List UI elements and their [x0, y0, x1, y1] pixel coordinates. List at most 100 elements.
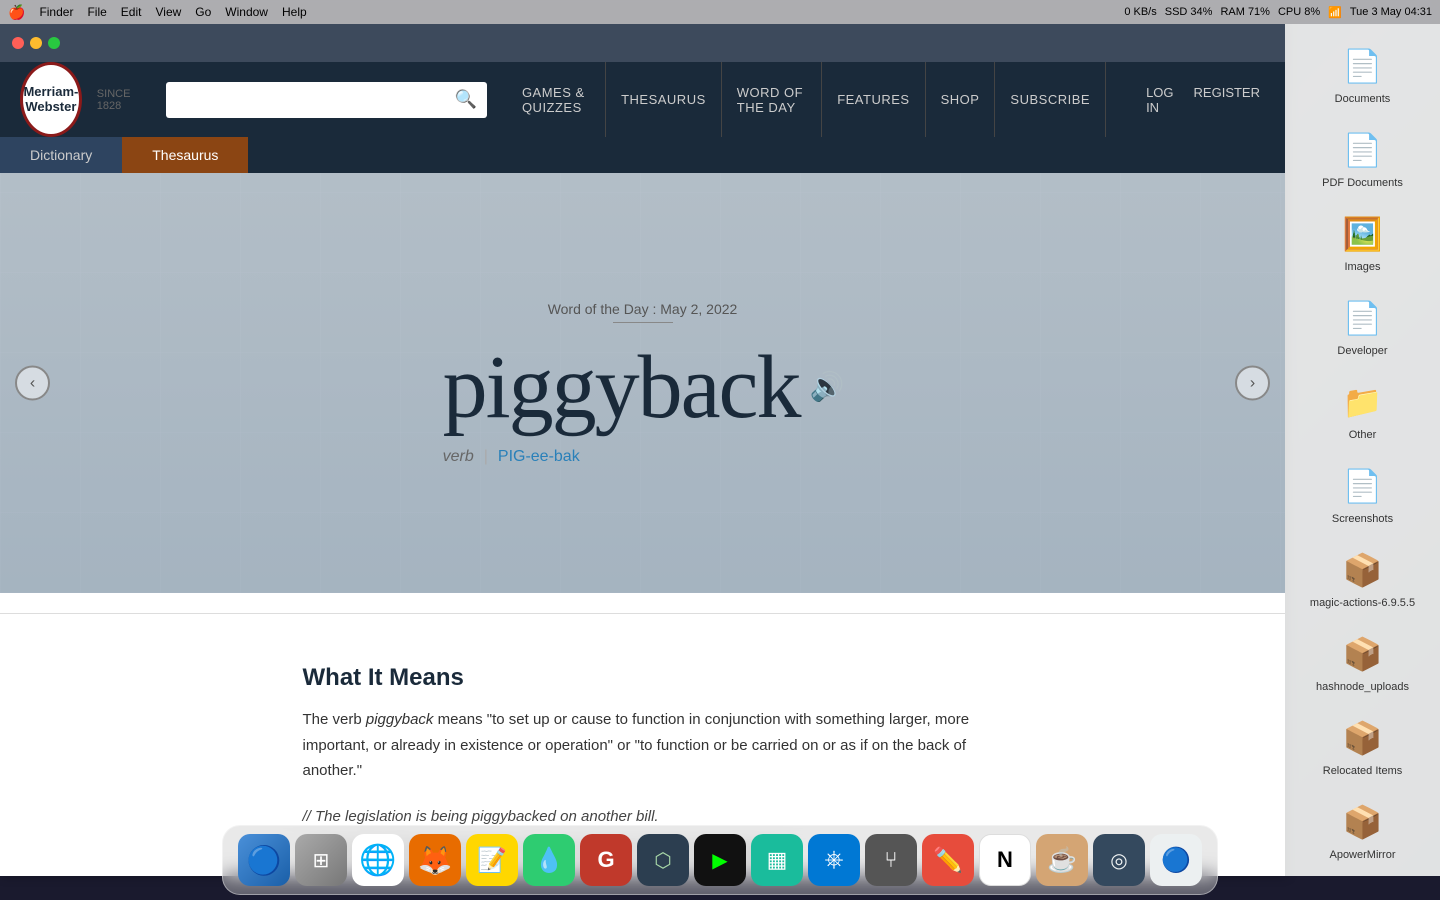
dock-fork[interactable]: ⑂ — [865, 834, 917, 886]
word-definition: The verb piggyback means "to set up or c… — [303, 707, 983, 784]
relocated-icon: 📦 — [1339, 714, 1387, 762]
nav-features[interactable]: FEATURES — [822, 62, 925, 137]
screenshots-icon: 📄 — [1339, 462, 1387, 510]
other-icon: 📁 — [1339, 378, 1387, 426]
hero-pos: verb — [443, 448, 474, 466]
sidebar-item-documents[interactable]: 📄 Documents — [1303, 34, 1423, 113]
dock-creativit[interactable]: ✏️ — [922, 834, 974, 886]
sidebar-item-relocated-label: Relocated Items — [1323, 765, 1402, 777]
menu-file[interactable]: File — [87, 5, 106, 19]
sidebar-item-images-label: Images — [1344, 261, 1380, 273]
sidebar-item-images[interactable]: 🖼️ Images — [1303, 202, 1423, 281]
maximize-button[interactable] — [48, 37, 60, 49]
apple-logo-icon[interactable]: 🍎 — [8, 4, 25, 21]
prev-word-button[interactable]: ‹ — [15, 366, 50, 401]
sidebar-item-other-label: Other — [1349, 429, 1377, 441]
dock-droplet[interactable]: 💧 — [523, 834, 575, 886]
search-bar: 🔍 — [166, 82, 487, 118]
logo-since: SINCE 1828 — [97, 88, 146, 112]
search-icon[interactable]: 🔍 — [455, 89, 477, 110]
dock-launchpad[interactable]: ⊞ — [295, 834, 347, 886]
dock-iterm[interactable]: ▶ — [694, 834, 746, 886]
developer-icon: 📄 — [1339, 294, 1387, 342]
dock-notes[interactable]: 📝 — [466, 834, 518, 886]
menubar-network: 0 KB/s — [1124, 6, 1156, 18]
sidebar-item-magic-actions-label: magic-actions-6.9.5.5 — [1310, 597, 1415, 609]
browser-chrome — [0, 24, 1285, 62]
nav-games[interactable]: GAMES & QUIZZES — [507, 62, 606, 137]
auth-buttons: LOG IN REGISTER — [1141, 85, 1265, 115]
search-input[interactable] — [176, 92, 446, 108]
word-of-day-divider — [613, 322, 673, 323]
nav-word-of-day[interactable]: WORD OF THE DAY — [722, 62, 822, 137]
dock-notion[interactable]: N — [979, 834, 1031, 886]
dock-finder[interactable]: 🔵 — [238, 834, 290, 886]
dock-bitbar[interactable]: ◎ — [1093, 834, 1145, 886]
sidebar-item-other[interactable]: 📁 Other — [1303, 370, 1423, 449]
dock-firefox[interactable]: 🦊 — [409, 834, 461, 886]
sidebar-item-hashnode-label: hashnode_uploads — [1316, 681, 1409, 693]
dock-typeface[interactable]: G — [580, 834, 632, 886]
nav-shop[interactable]: SHOP — [926, 62, 996, 137]
menubar-left: 🍎 Finder File Edit View Go Window Help — [8, 4, 307, 21]
sidebar-item-screenshots[interactable]: 📄 Screenshots — [1303, 454, 1423, 533]
hero-pronunciation: verb | PIG-ee-bak — [443, 448, 843, 466]
dict-tabs: Dictionary Thesaurus — [0, 137, 1285, 173]
site-header: Merriam- Webster SINCE 1828 🔍 GAMES & QU… — [0, 62, 1285, 137]
logo-area: Merriam- Webster SINCE 1828 — [20, 62, 146, 137]
hero-section: ‹ Word of the Day : May 2, 2022 piggybac… — [0, 173, 1285, 593]
menu-help[interactable]: Help — [282, 5, 307, 19]
dock-treesize[interactable]: ▦ — [751, 834, 803, 886]
hashnode-uploads-icon: 📦 — [1339, 630, 1387, 678]
nav-thesaurus[interactable]: THESAURUS — [606, 62, 722, 137]
tab-dictionary[interactable]: Dictionary — [0, 137, 122, 173]
close-button[interactable] — [12, 37, 24, 49]
tab-thesaurus[interactable]: Thesaurus — [122, 137, 248, 173]
login-button[interactable]: LOG IN — [1141, 85, 1178, 115]
apowermirror-icon: 📦 — [1339, 798, 1387, 846]
documents-icon: 📄 — [1339, 42, 1387, 90]
logo-text-line1: Merriam- — [23, 85, 78, 99]
menu-window[interactable]: Window — [225, 5, 268, 19]
menubar: 🍎 Finder File Edit View Go Window Help 0… — [0, 0, 1440, 24]
menubar-cpu: CPU 8% — [1278, 6, 1320, 18]
minimize-button[interactable] — [30, 37, 42, 49]
sidebar-item-pdf-label: PDF Documents — [1322, 177, 1403, 189]
sidebar-item-relocated[interactable]: 📦 Relocated Items — [1303, 706, 1423, 785]
sidebar-item-apowermirror-label: ApowerMirror — [1329, 849, 1395, 861]
sidebar-item-magic-actions[interactable]: 📦 magic-actions-6.9.5.5 — [1303, 538, 1423, 617]
dock-vscode[interactable]: ⎈ — [808, 834, 860, 886]
dock-trakteer[interactable]: ☕ — [1036, 834, 1088, 886]
hero-pron-text: PIG-ee-bak — [498, 448, 580, 466]
nav-items: GAMES & QUIZZES THESAURUS WORD OF THE DA… — [507, 62, 1106, 137]
sidebar-item-screenshots-label: Screenshots — [1332, 513, 1393, 525]
sidebar-item-developer-label: Developer — [1337, 345, 1387, 357]
word-of-day-label: Word of the Day : May 2, 2022 — [443, 301, 843, 317]
traffic-lights — [12, 37, 60, 49]
audio-icon[interactable]: 🔊 — [810, 374, 843, 402]
sidebar-item-pdf-documents[interactable]: 📄 PDF Documents — [1303, 118, 1423, 197]
sidebar-item-hashnode-uploads[interactable]: 📦 hashnode_uploads — [1303, 622, 1423, 701]
sidebar-item-developer[interactable]: 📄 Developer — [1303, 286, 1423, 365]
menu-view[interactable]: View — [155, 5, 181, 19]
menubar-ssd: SSD 34% — [1165, 6, 1213, 18]
site-logo[interactable]: Merriam- Webster — [20, 62, 82, 137]
dock: 🔵 ⊞ 🌐 🦊 📝 💧 G ⬡ ▶ ▦ ⎈ ⑂ ✏️ N ☕ ◎ 🔵 — [222, 825, 1218, 895]
sidebar-item-apowermirror[interactable]: 📦 ApowerMirror — [1303, 790, 1423, 869]
nav-subscribe[interactable]: SUBSCRIBE — [995, 62, 1106, 137]
sidebar-item-documents-label: Documents — [1335, 93, 1391, 105]
main-content: ‹ Word of the Day : May 2, 2022 piggybac… — [0, 173, 1285, 876]
dock-finder2[interactable]: 🔵 — [1150, 834, 1202, 886]
menu-go[interactable]: Go — [195, 5, 211, 19]
dock-codepoint[interactable]: ⬡ — [637, 834, 689, 886]
menu-finder[interactable]: Finder — [39, 5, 73, 19]
browser-window: Merriam- Webster SINCE 1828 🔍 GAMES & QU… — [0, 24, 1285, 876]
menu-edit[interactable]: Edit — [121, 5, 142, 19]
menubar-datetime: Tue 3 May 04:31 — [1350, 6, 1432, 18]
next-word-button[interactable]: › — [1235, 366, 1270, 401]
register-button[interactable]: REGISTER — [1189, 85, 1265, 115]
definition-word-italic: piggyback — [366, 711, 434, 728]
desktop: Merriam- Webster SINCE 1828 🔍 GAMES & QU… — [0, 24, 1440, 876]
dock-chrome[interactable]: 🌐 — [352, 834, 404, 886]
magic-actions-icon: 📦 — [1339, 546, 1387, 594]
